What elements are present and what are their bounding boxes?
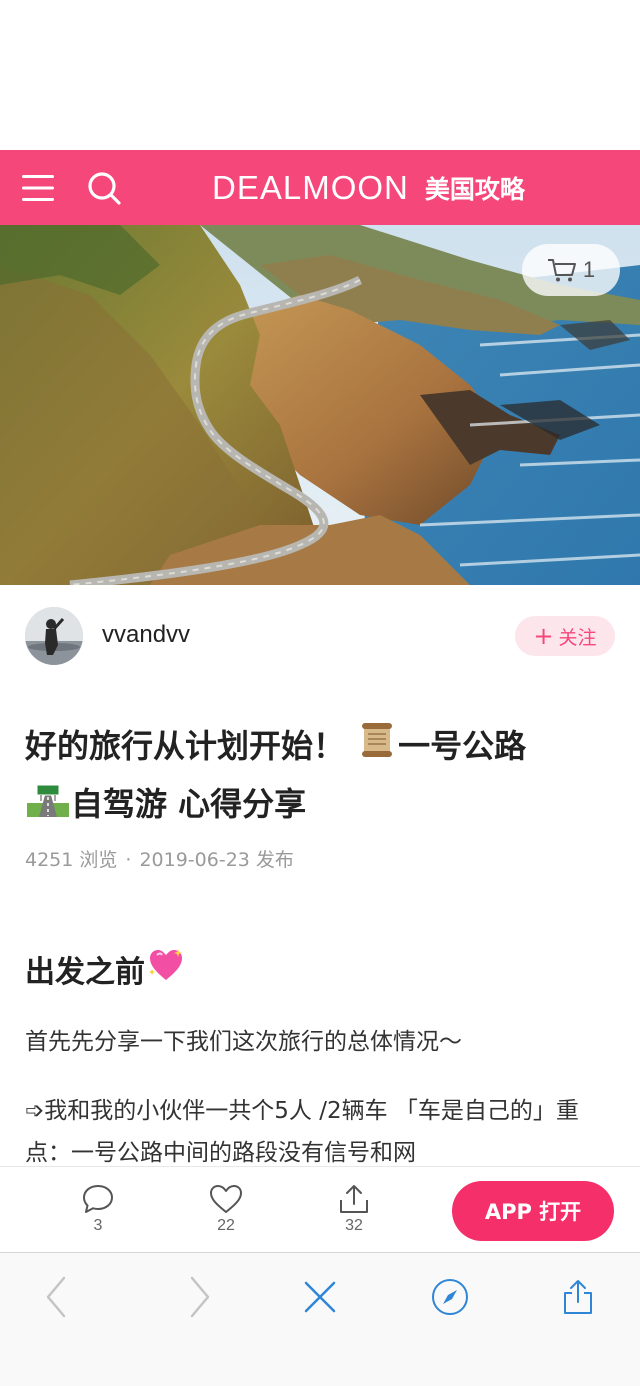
section-heading: 出发之前 [25, 947, 185, 991]
brand-name: DEALMOON [212, 168, 409, 206]
article-meta: 4251 浏览 · 2019-06-23 发布 [25, 845, 294, 872]
avatar[interactable] [25, 607, 83, 665]
cart-icon [547, 259, 576, 282]
like-button[interactable]: 22 [196, 1183, 256, 1243]
paragraph-details: ➩我和我的小伙伴一共个5人 /2辆车 「车是自己的」重点：一号公路中间的路段没有… [25, 1098, 579, 1166]
author-row: vvandvv + 关注 [25, 607, 615, 667]
comment-icon [83, 1185, 113, 1213]
brand-logo[interactable]: DEALMOON 美国攻略 [212, 150, 525, 225]
brand-subtitle: 美国攻略 [424, 174, 525, 204]
like-count: 22 [217, 1217, 235, 1234]
publish-date: 2019-06-23 发布 [139, 849, 294, 871]
author-username[interactable]: vvandvv [102, 621, 190, 649]
article-title: 好的旅行从计划开始！ 一号公路 自驾游 心得分享 [25, 718, 617, 834]
forward-button[interactable] [172, 1269, 228, 1325]
safari-button[interactable] [422, 1269, 478, 1325]
comment-count: 3 [93, 1217, 103, 1234]
paragraph-intro: 首先先分享一下我们这次旅行的总体情况～ [25, 1029, 462, 1055]
menu-icon [22, 175, 54, 201]
cart-count: 1 [582, 257, 596, 282]
compass-icon [432, 1279, 468, 1315]
back-icon [46, 1276, 66, 1318]
article-action-bar: 3 22 32 APP 打开 [0, 1166, 640, 1252]
view-count: 4251 浏览 [25, 849, 118, 871]
plus-icon: + [533, 622, 554, 650]
upload-icon [564, 1280, 592, 1314]
close-button[interactable] [292, 1269, 348, 1325]
back-button[interactable] [28, 1269, 84, 1325]
search-button[interactable] [84, 168, 124, 208]
browser-toolbar [0, 1252, 640, 1386]
menu-button[interactable] [18, 168, 58, 208]
follow-label: 关注 [558, 626, 597, 649]
comment-button[interactable]: 3 [68, 1183, 128, 1243]
share-count: 32 [345, 1217, 363, 1234]
cart-button[interactable]: 1 [522, 244, 620, 296]
share-button[interactable]: 32 [324, 1183, 384, 1243]
forward-icon [190, 1276, 210, 1318]
heart-icon [210, 1185, 242, 1213]
top-nav-bar: DEALMOON 美国攻略 [0, 150, 640, 225]
upload-button[interactable] [550, 1269, 606, 1325]
open-in-app-button[interactable]: APP 打开 [452, 1181, 614, 1241]
search-icon [88, 172, 121, 205]
hero-image: 1 [0, 225, 640, 585]
share-icon [340, 1185, 368, 1213]
sparkling-heart-emoji [147, 947, 185, 991]
scroll-emoji [358, 720, 396, 776]
motorway-emoji [27, 778, 69, 834]
close-icon [304, 1281, 336, 1313]
follow-button[interactable]: + 关注 [515, 616, 615, 656]
meta-separator: · [125, 849, 132, 871]
